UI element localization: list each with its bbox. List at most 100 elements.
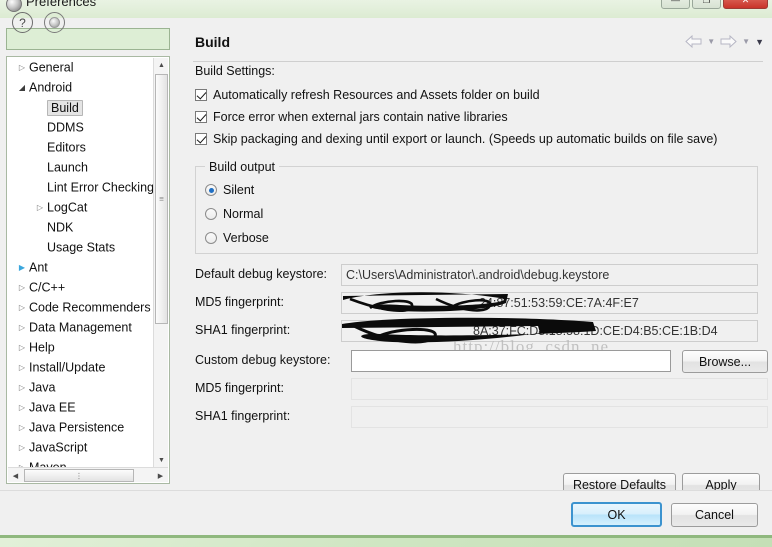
maximize-icon: ❐ [702, 0, 711, 5]
back-menu-chevron-down-icon[interactable]: ▼ [707, 37, 715, 46]
sidebar-item-lint-error-checking[interactable]: Lint Error Checking [7, 177, 155, 197]
scroll-up-arrow-icon[interactable]: ▲ [154, 58, 169, 73]
tree-collapsed-arrow-icon[interactable]: ▷ [15, 58, 29, 78]
sidebar-item-install-update[interactable]: ▷ Install/Update [7, 357, 155, 377]
checkbox-icon[interactable] [195, 133, 207, 145]
ok-button[interactable]: OK [571, 502, 662, 527]
preferences-tree[interactable]: ▷ General ◢ Android Build DDMS Editors Launch Li… [6, 56, 170, 484]
scroll-left-arrow-icon[interactable]: ◀ [8, 468, 23, 483]
build-output-group [195, 166, 758, 254]
back-arrow-icon[interactable] [685, 35, 702, 48]
sidebar-item-code-recommenders[interactable]: ▷ Code Recommenders [7, 297, 155, 317]
field-label: MD5 fingerprint: [195, 295, 284, 309]
sidebar-item-java-persistence[interactable]: ▷ Java Persistence [7, 417, 155, 437]
page-title: Build [195, 34, 230, 50]
sidebar-item-ddms[interactable]: DDMS [7, 117, 155, 137]
scroll-down-arrow-icon[interactable]: ▼ [154, 453, 169, 468]
sidebar-item-logcat[interactable]: ▷ LogCat [7, 197, 155, 217]
checkbox-skip-packaging[interactable]: Skip packaging and dexing until export o… [195, 130, 717, 148]
filter-box[interactable] [6, 28, 170, 50]
sidebar-item-data-management[interactable]: ▷ Data Management [7, 317, 155, 337]
sidebar-item-label: C/C++ [29, 280, 66, 295]
maximize-button[interactable]: ❐ [692, 0, 721, 9]
checkbox-force-error[interactable]: Force error when external jars contain n… [195, 108, 508, 126]
sidebar-item-label: Code Recommenders [29, 300, 151, 315]
sidebar-item-label: Editors [47, 140, 86, 155]
field-label: MD5 fingerprint: [195, 381, 284, 395]
preferences-window: Preferences — ❐ ✕ ▷ General ◢ Android Build D… [0, 0, 772, 540]
help-question-mark-icon[interactable]: ? [12, 12, 33, 33]
sidebar-item-javascript[interactable]: ▷ JavaScript [7, 437, 155, 457]
forward-arrow-icon[interactable] [720, 35, 737, 48]
sidebar-item-label: JavaScript [29, 440, 88, 455]
tree-collapsed-arrow-icon[interactable]: ▷ [15, 298, 29, 318]
tree-collapsed-arrow-icon[interactable]: ▶ [15, 258, 29, 278]
sidebar-item-android[interactable]: ◢ Android [7, 77, 155, 97]
sidebar-item-label: Data Management [29, 320, 132, 335]
tree-collapsed-arrow-icon[interactable]: ▷ [15, 278, 29, 298]
checkbox-icon[interactable] [195, 111, 207, 123]
browse-button[interactable]: Browse... [682, 350, 768, 373]
sidebar-item-ant[interactable]: ▶ Ant [7, 257, 155, 277]
page-nav-icons: ▼ ▼ ▼ [685, 35, 764, 48]
tree-expanded-arrow-icon[interactable]: ◢ [15, 78, 29, 98]
page-header: Build ▼ ▼ ▼ [185, 30, 772, 62]
cancel-button[interactable]: Cancel [671, 503, 758, 527]
build-output-legend: Build output [205, 160, 280, 174]
sidebar-item-help[interactable]: ▷ Help [7, 337, 155, 357]
build-settings-content: Build Settings: Automatically refresh Re… [185, 62, 772, 462]
sidebar-item-label: Help [29, 340, 55, 355]
sidebar-item-usage-stats[interactable]: Usage Stats [7, 237, 155, 257]
radio-label: Verbose [223, 231, 269, 245]
field-label: SHA1 fingerprint: [195, 323, 291, 337]
sidebar-horizontal-scrollbar[interactable]: ◀ ⋮ ▶ [8, 467, 168, 482]
scroll-right-arrow-icon[interactable]: ▶ [153, 468, 168, 483]
checkbox-label: Skip packaging and dexing until export o… [213, 132, 718, 146]
radio-icon[interactable] [205, 184, 217, 196]
sidebar-item-c-c[interactable]: ▷ C/C++ [7, 277, 155, 297]
sidebar-item-label: Lint Error Checking [47, 180, 154, 195]
vertical-scrollbar-thumb[interactable]: ≡ [155, 74, 168, 324]
restore-window-icon[interactable] [44, 12, 65, 33]
tree-collapsed-arrow-icon[interactable]: ▷ [15, 318, 29, 338]
checkbox-label: Automatically refresh Resources and Asse… [213, 88, 540, 102]
radio-label: Silent [223, 183, 255, 197]
sidebar-item-build[interactable]: Build [7, 97, 155, 117]
sidebar-item-java-ee[interactable]: ▷ Java EE [7, 397, 155, 417]
tree-collapsed-arrow-icon[interactable]: ▷ [15, 338, 29, 358]
tree-collapsed-arrow-icon[interactable]: ▷ [15, 398, 29, 418]
scrollbar-grip-icon: ≡ [159, 194, 164, 204]
forward-menu-chevron-down-icon[interactable]: ▼ [742, 37, 750, 46]
horizontal-scrollbar-thumb[interactable]: ⋮ [24, 469, 134, 482]
tree-collapsed-arrow-icon[interactable]: ▷ [15, 418, 29, 438]
sidebar-item-editors[interactable]: Editors [7, 137, 155, 157]
sidebar-item-label: Android [29, 80, 73, 95]
view-menu-chevron-down-icon[interactable]: ▼ [755, 37, 764, 47]
checkbox-icon[interactable] [195, 89, 207, 101]
custom-keystore-input[interactable] [351, 350, 671, 372]
sidebar-item-label: General [29, 60, 74, 75]
sidebar-item-label: Launch [47, 160, 89, 175]
tree-collapsed-arrow-icon[interactable]: ▷ [33, 198, 47, 218]
checkbox-auto-refresh[interactable]: Automatically refresh Resources and Asse… [195, 86, 540, 104]
radio-silent[interactable]: Silent [205, 181, 254, 199]
tree-collapsed-arrow-icon[interactable]: ▷ [15, 358, 29, 378]
sidebar-item-ndk[interactable]: NDK [7, 217, 155, 237]
tree-collapsed-arrow-icon[interactable]: ▷ [15, 378, 29, 398]
preferences-icon [6, 0, 22, 12]
window-title: Preferences [26, 0, 97, 9]
sidebar-item-java[interactable]: ▷ Java [7, 377, 155, 397]
minimize-button[interactable]: — [661, 0, 690, 9]
radio-icon[interactable] [205, 232, 217, 244]
close-button[interactable]: ✕ [723, 0, 768, 9]
radio-icon[interactable] [205, 208, 217, 220]
filter-input[interactable] [7, 29, 169, 49]
radio-verbose[interactable]: Verbose [205, 229, 269, 247]
field-sha1-fingerprint-custom: SHA1 fingerprint: [195, 406, 768, 428]
sidebar-vertical-scrollbar[interactable]: ▲ ≡ ▼ [153, 58, 168, 468]
radio-normal[interactable]: Normal [205, 205, 263, 223]
sidebar-item-label: DDMS [47, 120, 84, 135]
sidebar-item-launch[interactable]: Launch [7, 157, 155, 177]
sidebar-item-general[interactable]: ▷ General [7, 57, 155, 77]
tree-collapsed-arrow-icon[interactable]: ▷ [15, 438, 29, 458]
